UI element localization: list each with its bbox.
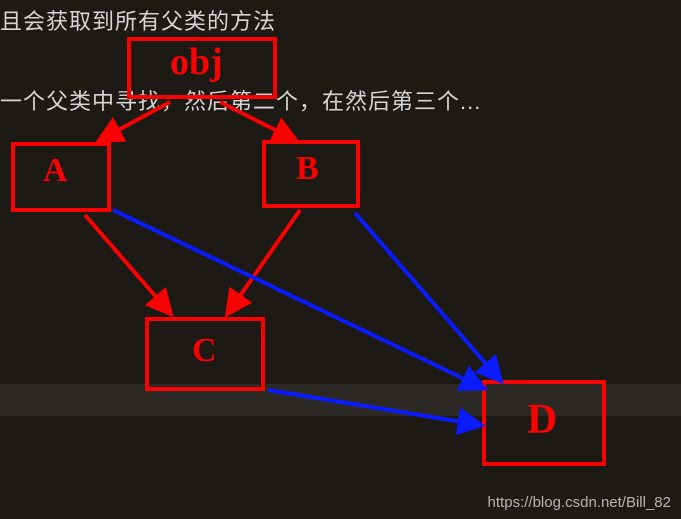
arrow-B-to-C bbox=[228, 210, 300, 313]
node-B bbox=[262, 140, 360, 208]
text-line-1: 且会获取到所有父类的方法 bbox=[0, 4, 276, 36]
watermark: https://blog.csdn.net/Bill_82 bbox=[488, 494, 671, 511]
node-A bbox=[11, 142, 111, 212]
node-obj bbox=[127, 37, 277, 99]
node-D bbox=[482, 380, 606, 466]
arrow-A-to-C bbox=[85, 215, 170, 313]
node-C bbox=[145, 317, 265, 391]
arrow-B-to-D bbox=[355, 213, 500, 380]
